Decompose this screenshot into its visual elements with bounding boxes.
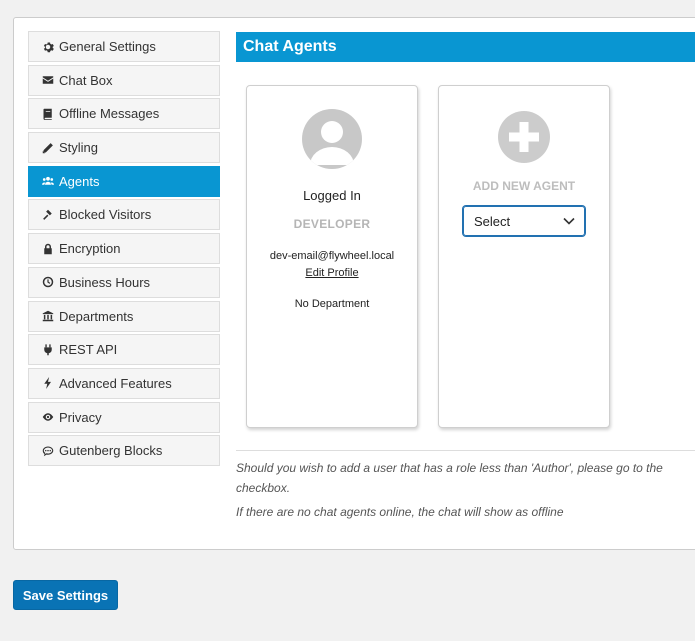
divider xyxy=(236,450,695,451)
sidebar-item-business-hours[interactable]: Business Hours xyxy=(28,266,220,298)
plug-icon xyxy=(41,343,55,357)
bolt-icon xyxy=(41,376,55,390)
sidebar-item-label: Agents xyxy=(59,173,100,189)
book-icon xyxy=(41,107,55,121)
users-icon xyxy=(41,174,55,188)
sidebar-item-advanced-features[interactable]: Advanced Features xyxy=(28,367,220,399)
sidebar-item-label: Blocked Visitors xyxy=(59,207,152,223)
sidebar-item-styling[interactable]: Styling xyxy=(28,132,220,164)
add-new-agent-label: ADD NEW AGENT xyxy=(472,179,576,193)
role-help-note-line2: checkbox. xyxy=(236,481,291,495)
sidebar-item-departments[interactable]: Departments xyxy=(28,300,220,332)
section-header: Chat Agents xyxy=(236,32,695,62)
sidebar-item-label: Advanced Features xyxy=(59,375,172,391)
sidebar-item-rest-api[interactable]: REST API xyxy=(28,334,220,366)
save-settings-button[interactable]: Save Settings xyxy=(13,580,118,610)
envelope-icon xyxy=(41,73,55,87)
clock-icon xyxy=(41,275,55,289)
sidebar-item-label: REST API xyxy=(59,342,118,358)
sidebar-item-offline-messages[interactable]: Offline Messages xyxy=(28,98,220,130)
add-agent-card: ADD NEW AGENT Select xyxy=(438,85,610,428)
edit-profile-link[interactable]: Edit Profile xyxy=(305,267,358,279)
sidebar-item-label: Gutenberg Blocks xyxy=(59,443,163,459)
comment-icon xyxy=(41,444,55,458)
sidebar-item-encryption[interactable]: Encryption xyxy=(28,233,220,265)
sidebar-item-gutenberg-blocks[interactable]: Gutenberg Blocks xyxy=(28,435,220,467)
sidebar-item-blocked-visitors[interactable]: Blocked Visitors xyxy=(28,199,220,231)
agent-name: Logged In xyxy=(303,188,361,203)
sidebar-item-label: General Settings xyxy=(59,39,156,54)
agent-email: dev-email@flywheel.local xyxy=(269,250,395,262)
add-agent-plus-icon xyxy=(498,111,550,163)
gear-icon xyxy=(41,40,55,54)
role-help-note-line1: Should you wish to add a user that has a… xyxy=(236,461,663,475)
settings-sidebar: General Settings Chat Box Offline Messag… xyxy=(28,31,220,469)
gavel-icon xyxy=(41,208,55,222)
agent-department: No Department xyxy=(294,298,370,310)
sidebar-item-label: Chat Box xyxy=(59,72,113,88)
sidebar-item-label: Privacy xyxy=(59,409,102,425)
sidebar-item-general-settings[interactable]: General Settings xyxy=(28,31,220,62)
sidebar-item-label: Departments xyxy=(59,308,134,324)
agent-select-value: Select xyxy=(474,213,511,229)
user-silhouette-icon xyxy=(310,121,354,165)
agent-select[interactable]: Select xyxy=(463,206,585,236)
sidebar-item-label: Offline Messages xyxy=(59,106,160,122)
sidebar-item-label: Business Hours xyxy=(59,274,151,290)
sidebar-item-chat-box[interactable]: Chat Box xyxy=(28,64,220,96)
agent-card: Logged In DEVELOPER dev-email@flywheel.l… xyxy=(246,85,418,428)
eye-icon xyxy=(41,410,55,424)
role-help-note: Should you wish to add a user that has a… xyxy=(236,458,695,498)
offline-help-note: If there are no chat agents online, the … xyxy=(236,505,564,519)
page-title: Chat Agents xyxy=(243,38,337,55)
chevron-down-icon xyxy=(563,217,575,225)
pencil-icon xyxy=(41,141,55,155)
settings-panel: General Settings Chat Box Offline Messag… xyxy=(13,17,695,550)
sidebar-item-privacy[interactable]: Privacy xyxy=(28,401,220,433)
avatar xyxy=(302,109,362,169)
sidebar-item-label: Encryption xyxy=(59,241,121,257)
lock-icon xyxy=(41,242,55,256)
sidebar-item-label: Styling xyxy=(59,140,99,156)
agent-role: DEVELOPER xyxy=(293,217,371,231)
university-icon xyxy=(41,309,55,323)
sidebar-item-agents[interactable]: Agents xyxy=(28,165,220,197)
